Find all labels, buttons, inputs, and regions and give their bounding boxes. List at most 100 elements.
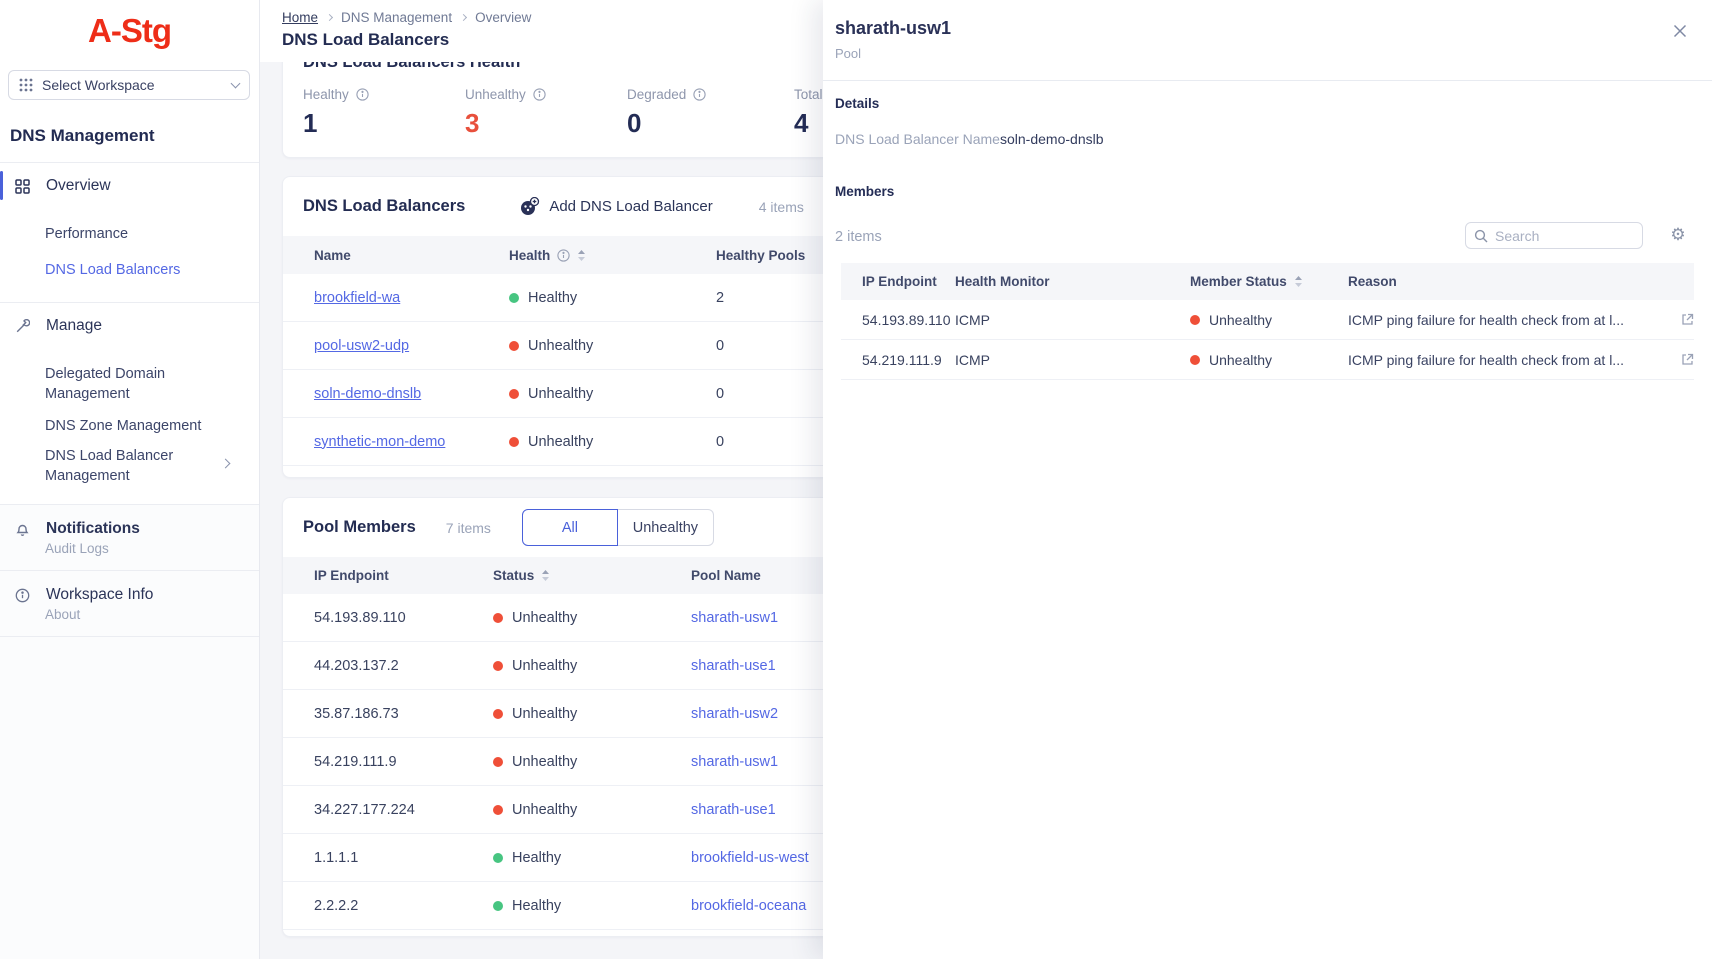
- sort-icon[interactable]: [541, 569, 550, 582]
- column-ip-endpoint: IP Endpoint: [314, 568, 389, 583]
- divider: [823, 80, 1712, 81]
- members-table: IP Endpoint Health Monitor Member Status…: [841, 263, 1694, 380]
- sidebar-item-label: Manage: [46, 317, 102, 335]
- active-indicator: [0, 171, 3, 200]
- sidebar-item-overview[interactable]: Overview: [0, 163, 259, 208]
- sort-icon[interactable]: [1294, 275, 1303, 288]
- pool-name-link[interactable]: sharath-usw2: [691, 706, 778, 722]
- sidebar-item-label: Workspace Info: [46, 586, 153, 604]
- add-button-label: Add DNS Load Balancer: [549, 198, 712, 215]
- status-label: Unhealthy: [512, 754, 577, 770]
- sidebar-item-about[interactable]: About: [45, 607, 259, 622]
- status-label: Healthy: [512, 850, 561, 866]
- stat-unhealthy: Unhealthy 3: [465, 87, 546, 139]
- health-monitor: ICMP: [955, 312, 1190, 328]
- pool-name-link[interactable]: sharath-use1: [691, 802, 776, 818]
- status-label: Unhealthy: [512, 610, 577, 626]
- stat-value: 0: [627, 108, 706, 139]
- gear-icon[interactable]: ⚙: [1668, 225, 1688, 245]
- status-dot: [509, 341, 519, 351]
- stat-label: Unhealthy: [465, 87, 526, 102]
- sidebar-item-dns-zone-management[interactable]: DNS Zone Management: [45, 416, 207, 436]
- health-label: Unhealthy: [528, 338, 593, 354]
- sidebar-section-notifications: Notifications Audit Logs: [0, 505, 259, 570]
- breadcrumb-home[interactable]: Home: [282, 10, 318, 25]
- pool-name-link[interactable]: sharath-usw1: [691, 754, 778, 770]
- members-count: 2 items: [835, 229, 882, 245]
- search-input[interactable]: [1495, 228, 1634, 244]
- column-health: Health: [509, 248, 550, 263]
- sidebar-item-audit-logs[interactable]: Audit Logs: [45, 541, 259, 556]
- status-dot: [1190, 355, 1200, 365]
- add-dns-load-balancer-button[interactable]: Add DNS Load Balancer: [519, 197, 712, 216]
- chevron-right-icon: [221, 459, 231, 469]
- breadcrumb-dns-management[interactable]: DNS Management: [341, 10, 452, 25]
- pool-name-link[interactable]: brookfield-us-west: [691, 850, 809, 866]
- workspace-selector[interactable]: Select Workspace: [8, 70, 250, 100]
- sidebar-item-dns-load-balancer-management[interactable]: DNS Load Balancer Management: [45, 446, 207, 486]
- status-dot: [493, 661, 503, 671]
- wrench-icon: [15, 319, 30, 334]
- sidebar-section-workspace-info: Workspace Info About: [0, 571, 259, 636]
- sidebar-item-workspace-info[interactable]: Workspace Info: [0, 584, 259, 604]
- tab-unhealthy[interactable]: Unhealthy: [618, 509, 714, 546]
- pool-name-link[interactable]: sharath-usw1: [691, 610, 778, 626]
- stat-value: 1: [303, 108, 369, 139]
- ip-endpoint: 2.2.2.2: [314, 898, 493, 914]
- health-monitor: ICMP: [955, 352, 1190, 368]
- info-icon[interactable]: [356, 88, 369, 101]
- lb-name-link[interactable]: pool-usw2-udp: [314, 338, 409, 354]
- sidebar: A-Stg Select Workspace DNS Management Ov…: [0, 0, 260, 959]
- ip-endpoint: 34.227.177.224: [314, 802, 493, 818]
- ip-endpoint: 54.193.89.110: [862, 312, 955, 328]
- sidebar-heading: DNS Management: [10, 126, 259, 146]
- detail-value: soln-demo-dnslb: [1000, 131, 1104, 147]
- ip-endpoint: 54.219.111.9: [314, 754, 493, 770]
- lb-name-link[interactable]: synthetic-mon-demo: [314, 434, 445, 450]
- overview-grid-icon: [15, 179, 30, 194]
- lb-name-link[interactable]: brookfield-wa: [314, 290, 400, 306]
- lb-name-link[interactable]: soln-demo-dnslb: [314, 386, 421, 402]
- add-load-balancer-icon: [519, 197, 540, 216]
- health-label: Healthy: [528, 290, 577, 306]
- info-icon[interactable]: [557, 249, 570, 262]
- ip-endpoint: 54.219.111.9: [862, 352, 955, 368]
- column-name: Name: [314, 248, 351, 263]
- column-pool-name: Pool Name: [691, 568, 761, 583]
- members-search: [1465, 222, 1643, 249]
- ip-endpoint: 54.193.89.110: [314, 610, 493, 626]
- info-icon[interactable]: [533, 88, 546, 101]
- pool-name-link[interactable]: brookfield-oceana: [691, 898, 806, 914]
- members-table-header: IP Endpoint Health Monitor Member Status…: [841, 263, 1694, 300]
- status-label: Unhealthy: [1209, 312, 1272, 328]
- column-health-monitor: Health Monitor: [955, 274, 1050, 289]
- sidebar-item-label: Notifications: [46, 520, 140, 538]
- column-ip-endpoint: IP Endpoint: [862, 274, 937, 289]
- pool-members-count: 7 items: [446, 520, 491, 536]
- pool-detail-panel: sharath-usw1 Pool Details DNS Load Balan…: [823, 0, 1712, 959]
- sidebar-item-delegated-domain-management[interactable]: Delegated Domain Management: [45, 364, 207, 404]
- status-dot: [509, 293, 519, 303]
- external-link-icon[interactable]: [1668, 353, 1694, 366]
- sidebar-item-manage[interactable]: Manage: [0, 303, 259, 348]
- lb-items-count: 4 items: [759, 199, 804, 215]
- status-dot: [493, 853, 503, 863]
- breadcrumb-overview[interactable]: Overview: [475, 10, 531, 25]
- info-circle-icon: [15, 588, 30, 603]
- ip-endpoint: 35.87.186.73: [314, 706, 493, 722]
- lb-card-title: DNS Load Balancers: [303, 197, 465, 216]
- info-icon[interactable]: [693, 88, 706, 101]
- close-icon[interactable]: [1670, 21, 1690, 41]
- workspace-grid-icon: [19, 78, 33, 92]
- details-heading: Details: [835, 96, 879, 111]
- members-heading: Members: [835, 184, 894, 199]
- sidebar-item-dns-load-balancers[interactable]: DNS Load Balancers: [45, 260, 207, 280]
- pool-name-link[interactable]: sharath-use1: [691, 658, 776, 674]
- external-link-icon[interactable]: [1668, 313, 1694, 326]
- sidebar-item-notifications[interactable]: Notifications: [0, 518, 259, 538]
- sort-icon[interactable]: [577, 249, 586, 262]
- stat-label: Total: [794, 87, 823, 102]
- chevron-down-icon: [231, 79, 241, 89]
- tab-all[interactable]: All: [522, 509, 618, 546]
- sidebar-item-performance[interactable]: Performance: [45, 224, 207, 244]
